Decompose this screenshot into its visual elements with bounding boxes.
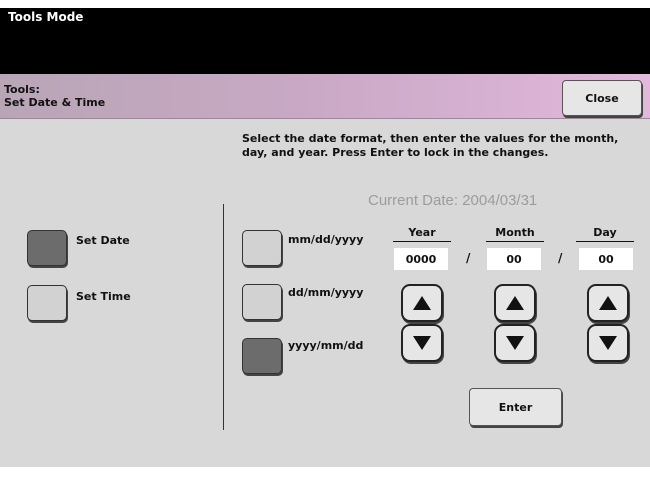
month-decrement-button[interactable] (494, 324, 536, 362)
window-title: Tools Mode (8, 10, 84, 24)
format-yyyymmdd-button[interactable] (242, 338, 282, 374)
arrow-up-icon (506, 296, 524, 310)
set-date-label: Set Date (76, 234, 130, 247)
year-field[interactable]: 0000 (394, 248, 448, 270)
close-button[interactable]: Close (562, 80, 642, 116)
enter-button[interactable]: Enter (469, 388, 562, 426)
year-decrement-button[interactable] (401, 324, 443, 362)
day-field[interactable]: 00 (579, 248, 633, 270)
current-date: Current Date: 2004/03/31 (368, 192, 538, 209)
arrow-down-icon (506, 336, 524, 350)
day-decrement-button[interactable] (587, 324, 629, 362)
format-ddmmyyyy-label: dd/mm/yyyy (288, 286, 364, 299)
arrow-up-icon (599, 296, 617, 310)
day-underline (576, 241, 634, 242)
date-separator: / (466, 251, 471, 265)
header-bar: Tools: Set Date & Time (0, 74, 650, 119)
arrow-up-icon (413, 296, 431, 310)
format-mmddyyyy-button[interactable] (242, 230, 282, 266)
day-label: Day (593, 226, 617, 239)
breadcrumb: Tools: Set Date & Time (4, 83, 105, 109)
set-date-button[interactable] (27, 230, 67, 266)
month-label: Month (495, 226, 535, 239)
arrow-down-icon (599, 336, 617, 350)
top-bar: Tools Mode (0, 8, 650, 74)
arrow-down-icon (413, 336, 431, 350)
format-mmddyyyy-label: mm/dd/yyyy (288, 233, 364, 246)
day-increment-button[interactable] (587, 284, 629, 322)
month-field[interactable]: 00 (487, 248, 541, 270)
instructions-text: Select the date format, then enter the v… (242, 132, 619, 159)
page-title: Set Date & Time (4, 96, 106, 109)
year-underline (393, 241, 451, 242)
set-time-label: Set Time (76, 290, 131, 303)
set-time-button[interactable] (27, 285, 67, 321)
format-yyyymmdd-label: yyyy/mm/dd (288, 339, 364, 352)
year-label: Year (408, 226, 436, 239)
month-increment-button[interactable] (494, 284, 536, 322)
format-ddmmyyyy-button[interactable] (242, 284, 282, 320)
screen: Tools Mode Tools: Set Date & Time Close … (0, 8, 650, 467)
breadcrumb-parent: Tools: (4, 83, 40, 96)
divider (223, 204, 224, 430)
year-increment-button[interactable] (401, 284, 443, 322)
month-underline (486, 241, 544, 242)
date-separator: / (558, 251, 563, 265)
